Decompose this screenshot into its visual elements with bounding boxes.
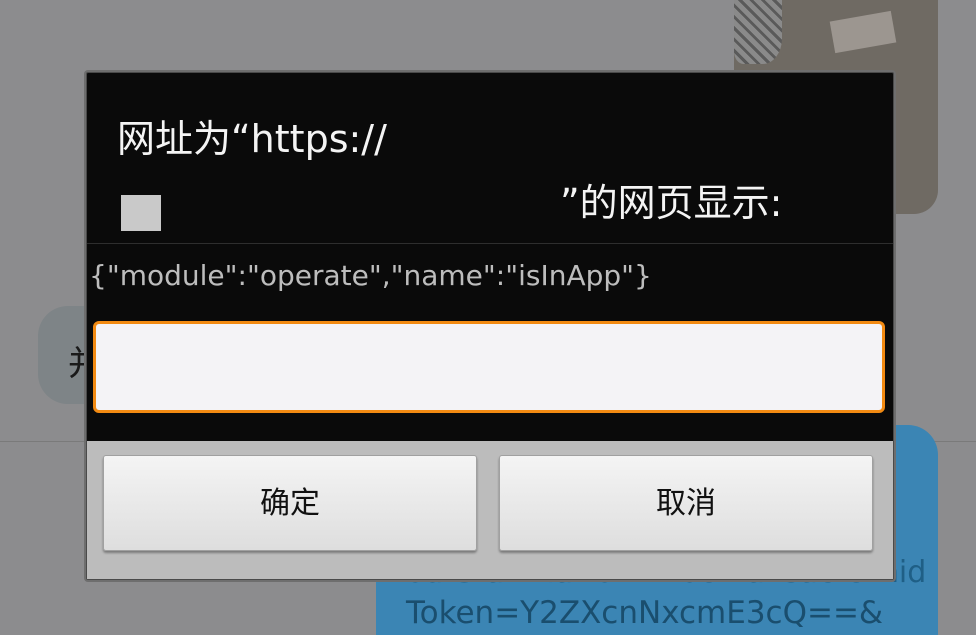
dialog-button-bar: 确定 取消 [87, 441, 893, 579]
prompt-dialog: 网址为“https:// ”的网页显示: {"module":"operate"… [86, 72, 894, 580]
photo-paper-detail [829, 10, 897, 54]
dialog-title-line-1: 网址为“https:// [117, 117, 387, 161]
dialog-title: 网址为“https:// ”的网页显示: [117, 107, 847, 235]
redacted-url-block [121, 195, 161, 231]
cancel-button[interactable]: 取消 [499, 455, 873, 551]
ok-button[interactable]: 确定 [103, 455, 477, 551]
dialog-separator [87, 243, 893, 244]
photo-lamp-detail [734, 0, 782, 64]
background-bubble-text-2: Token=Y2ZXcnNxcmE3cQ==& [406, 595, 884, 631]
prompt-input[interactable] [93, 321, 885, 413]
dialog-message: {"module":"operate","name":"isInApp"} [89, 259, 652, 292]
dialog-title-line-2: ”的网页显示: [560, 181, 783, 225]
